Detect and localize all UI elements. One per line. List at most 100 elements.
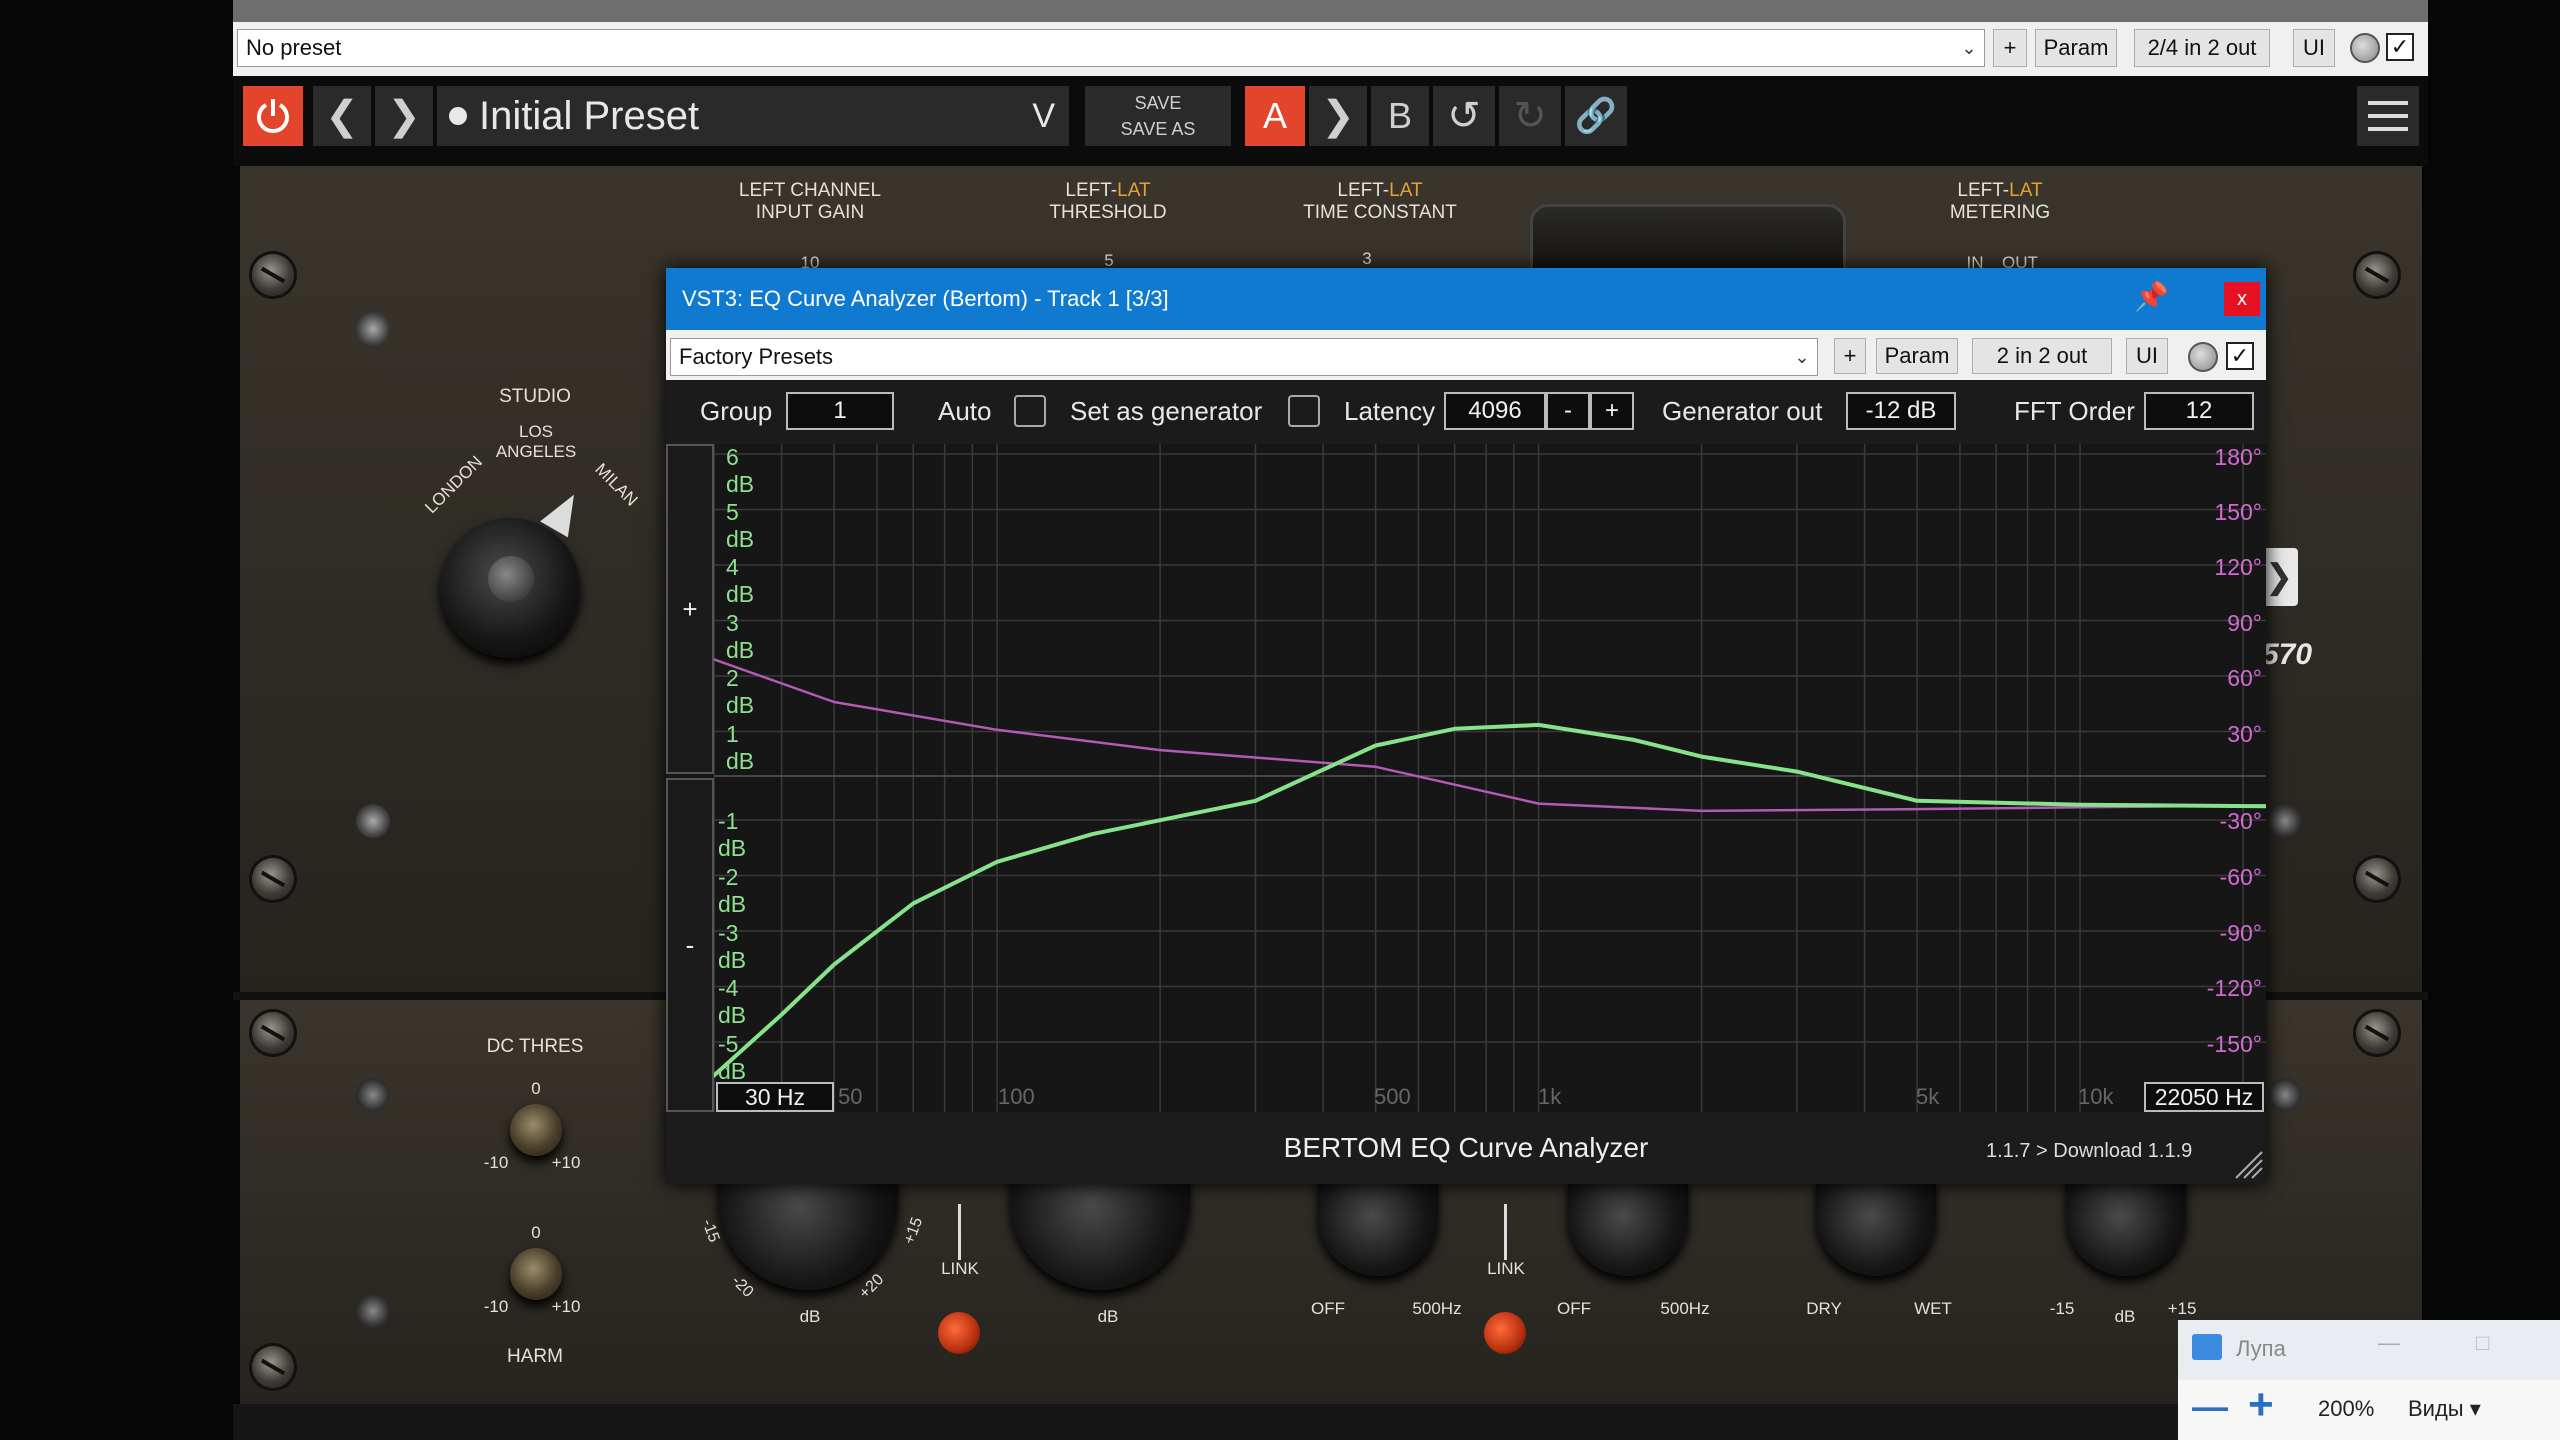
meter-text: METERING [1949,202,2051,223]
host-ui-button[interactable]: UI [2293,29,2335,67]
plugin-header: ❮ ❯ Initial Preset V SAVE SAVE AS A ❯ B … [233,76,2428,166]
screw-icon [252,1346,294,1388]
analyzer-param-button[interactable]: Param [1876,338,1958,374]
freq-label: 500 [1374,1084,1411,1109]
dc-max-label: +10 [551,1153,581,1172]
phase-curve [714,658,2266,813]
link-label: LINK [941,1259,979,1278]
copy-a-to-b-button[interactable]: ❯ [1309,86,1367,146]
freq-label: 100 [998,1084,1035,1109]
link-toggle-button-2[interactable] [1484,1312,1526,1354]
meter-prefix: LEFT- [1957,180,2010,201]
freq-min-field[interactable]: 30 Hz [716,1082,834,1112]
phase-label: -120° [2206,975,2262,1001]
undo-icon: ↺ [1447,94,1481,138]
host-io-button[interactable]: 2/4 in 2 out [2134,29,2270,67]
eq-graph[interactable]: + - 6 dB 5 dB 4 dB 3 dB 2 dB 1 dB -1 dB … [666,444,2266,1112]
hpf-500hz-label: 500Hz [1412,1299,1462,1318]
latency-field[interactable]: 4096 [1444,392,1546,430]
resize-grip-icon[interactable] [2232,1148,2264,1180]
analyzer-ui-button[interactable]: UI [2126,338,2168,374]
los-angeles-label: LOS ANGELES [495,422,577,461]
freq-max-field[interactable]: 22050 Hz [2144,1082,2264,1112]
time-tick-label: 3 [1362,249,1372,268]
db-label: -1 dB [718,808,747,861]
save-button[interactable]: SAVE SAVE AS [1085,86,1231,146]
link-button[interactable]: 🔗 [1565,86,1627,146]
chevron-right-icon: ❯ [1321,94,1355,138]
zoom-in-button[interactable]: + [666,444,714,774]
link-toggle-button[interactable] [938,1312,980,1354]
led-icon [356,804,390,838]
threshold-lat: LAT [1117,180,1151,201]
phase-label: 150° [2214,499,2262,525]
host-param-button[interactable]: Param [2035,29,2117,67]
prev-preset-button[interactable]: ❮ [313,86,371,146]
screw-icon [2356,1012,2398,1054]
link-icon: 🔗 [1574,97,1618,135]
pin-icon[interactable]: 📌 [2134,280,2169,313]
generator-out-field[interactable]: -12 dB [1846,392,1956,430]
magnifier-title: Лупа [2236,1336,2286,1361]
analyzer-add-button[interactable]: + [1834,338,1866,374]
dc-min-label: -10 [483,1153,509,1172]
state-a-button[interactable]: A [1245,86,1305,146]
fft-order-field[interactable]: 12 [2144,392,2254,430]
analyzer-title: VST3: EQ Curve Analyzer (Bertom) - Track… [682,286,1169,311]
freq-label: 10k [2078,1084,2114,1109]
chevron-down-icon: V [1032,96,1055,135]
zoom-out-button[interactable]: - [666,778,714,1112]
analyzer-preset-dropdown[interactable]: Factory Presets ⌄ [670,338,1818,376]
latency-plus-button[interactable]: + [1590,392,1634,430]
metering-label: LEFT-LAT METERING [1900,180,2100,224]
zoom-out-magnifier-button[interactable]: — [2192,1386,2228,1428]
harm-knob[interactable] [510,1248,562,1300]
next-preset-button[interactable]: ❯ [375,86,433,146]
input-db-label: dB [799,1307,821,1326]
analyzer-io-button[interactable]: 2 in 2 out [1972,338,2112,374]
dc-thres-knob[interactable] [510,1104,562,1156]
screw-icon [252,858,294,900]
magnitude-curve [714,722,2266,1078]
phase-label-column: 180° 150° 120° 90° 60° 30° -30° -60° -90… [2196,444,2266,1112]
freq-label: 5k [1916,1084,1940,1109]
generator-checkbox[interactable] [1288,395,1320,427]
maximize-icon[interactable]: □ [2476,1330,2489,1356]
eq-plot [714,444,2266,1112]
vu-meter [1530,204,1846,274]
host-preset-dropdown[interactable]: No preset ⌄ [237,29,1985,67]
host-toolbar: No preset ⌄ + Param 2/4 in 2 out UI ✓ [233,22,2428,76]
views-dropdown[interactable]: Виды ▾ [2408,1396,2481,1422]
host-bypass-checkbox[interactable]: ✓ [2386,33,2414,61]
power-button[interactable] [243,86,303,146]
close-button[interactable]: x [2224,282,2260,316]
phase-label: 60° [2227,665,2262,691]
latency-minus-button[interactable]: - [1546,392,1590,430]
state-b-button[interactable]: B [1371,86,1429,146]
minimize-icon[interactable]: — [2378,1330,2400,1356]
analyzer-title-bar[interactable]: VST3: EQ Curve Analyzer (Bertom) - Track… [666,268,2266,330]
magnifier-window: Лупа — □ — + 200% Виды ▾ [2178,1320,2560,1440]
analyzer-host-toolbar: Factory Presets ⌄ + Param 2 in 2 out UI … [666,330,2266,380]
knob-cap [488,556,534,602]
host-wet-knob-icon[interactable] [2350,33,2380,63]
views-label: Виды [2408,1396,2464,1421]
auto-checkbox[interactable] [1014,395,1046,427]
redo-button[interactable]: ↻ [1499,86,1561,146]
version-link[interactable]: 1.1.7 > Download 1.1.9 [1986,1140,2192,1163]
harm-label: HARM [507,1346,563,1367]
magnifier-toolbar: — + 200% Виды ▾ [2178,1380,2560,1440]
host-status-strip [233,1404,2428,1440]
undo-button[interactable]: ↺ [1433,86,1495,146]
zoom-in-magnifier-button[interactable]: + [2248,1380,2274,1430]
led-icon [2268,1078,2302,1112]
chevron-right-icon: ❯ [387,94,421,138]
preset-selector[interactable]: Initial Preset V [437,86,1069,146]
host-add-button[interactable]: + [1993,29,2027,67]
menu-button[interactable] [2357,86,2419,146]
group-field[interactable]: 1 [786,392,894,430]
analyzer-wet-knob-icon[interactable] [2188,342,2218,372]
harm-max-label: +10 [551,1297,581,1316]
analyzer-bypass-checkbox[interactable]: ✓ [2226,342,2254,370]
out-max-label: +15 [2167,1299,2197,1318]
